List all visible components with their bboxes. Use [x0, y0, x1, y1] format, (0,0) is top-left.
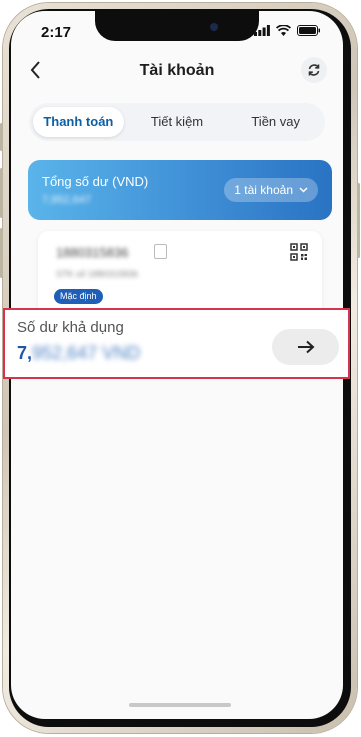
camera-icon	[210, 23, 218, 31]
status-icons	[254, 25, 321, 36]
available-balance-prefix: 7,	[17, 343, 33, 363]
available-balance-highlight[interactable]: Số dư khả dụng 7, 952,647 VND	[3, 308, 350, 379]
qr-code-icon[interactable]	[290, 243, 308, 261]
account-type-tabs: Thanh toán Tiết kiệm Tiền vay	[29, 103, 325, 141]
home-indicator	[129, 703, 231, 707]
copy-icon[interactable]	[154, 244, 167, 259]
account-name: STK số 1880315836	[56, 269, 139, 279]
refresh-icon	[308, 64, 320, 76]
app-header: Tài khoản	[11, 55, 343, 89]
chevron-down-icon	[299, 187, 308, 193]
view-details-button[interactable]	[272, 329, 339, 365]
refresh-button[interactable]	[301, 57, 327, 83]
account-card[interactable]: 1880315836 STK số 1880315836 Mặc định	[38, 231, 322, 319]
account-number: 1880315836	[56, 245, 129, 260]
signal-icon	[254, 25, 270, 36]
volume-up-button	[0, 168, 3, 218]
total-balance-card: Tổng số dư (VND) 7,952,647 1 tài khoản	[28, 160, 332, 220]
available-balance-rest: 952,647 VND	[32, 343, 141, 363]
total-balance-value: 7,952,647	[42, 194, 91, 206]
account-selector[interactable]: 1 tài khoản	[224, 178, 318, 202]
power-button	[357, 183, 360, 258]
notch	[95, 11, 259, 41]
status-time: 2:17	[41, 24, 72, 41]
total-balance-label: Tổng số dư (VND)	[42, 174, 149, 189]
account-selector-label: 1 tài khoản	[234, 183, 293, 197]
default-badge: Mặc định	[54, 289, 103, 304]
available-balance-label: Số dư khả dụng	[17, 319, 124, 336]
arrow-right-icon	[297, 340, 314, 354]
battery-icon	[297, 25, 320, 36]
page-title: Tài khoản	[139, 62, 215, 79]
tab-thanh-toan[interactable]: Thanh toán	[33, 107, 124, 137]
tab-tien-vay[interactable]: Tiền vay	[230, 107, 321, 137]
mute-switch	[0, 123, 3, 151]
volume-down-button	[0, 228, 3, 278]
wifi-icon	[276, 25, 291, 36]
tab-tiet-kiem[interactable]: Tiết kiệm	[132, 107, 223, 137]
available-balance-value: 7, 952,647 VND	[17, 343, 140, 364]
